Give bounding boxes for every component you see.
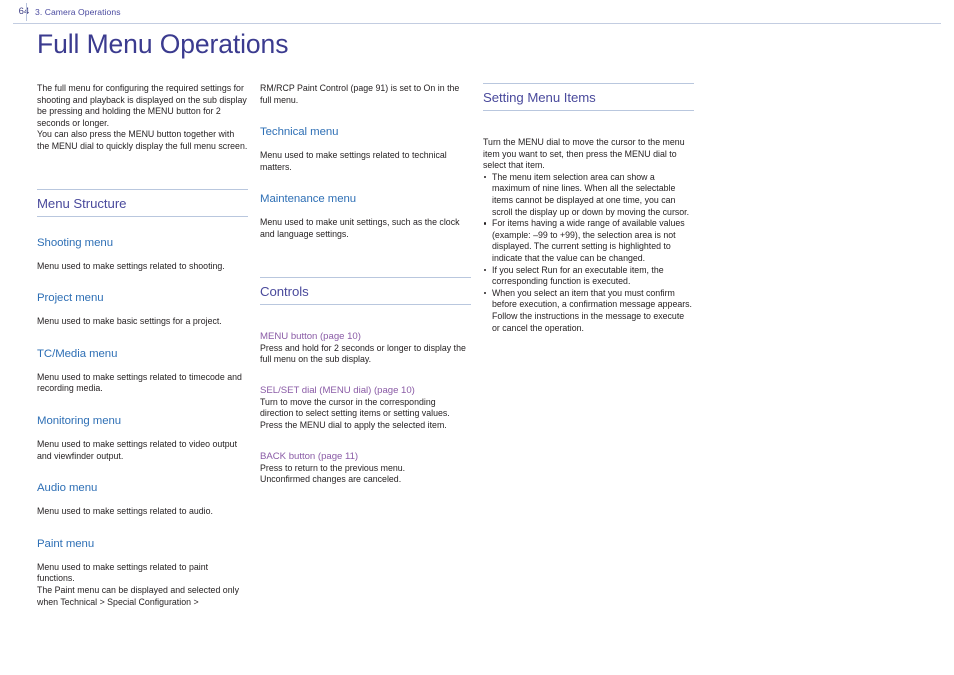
- bullet-icon: [484, 222, 487, 225]
- body-audio-menu: Menu used to make settings related to au…: [37, 506, 213, 517]
- body-technical-menu: Menu used to make settings related to te…: [260, 150, 447, 172]
- list-item: If you select Run for an executable item…: [483, 265, 694, 288]
- subheading-paint-menu: Paint menu: [37, 537, 95, 550]
- subheading-tc-media-menu: TC/Media menu: [37, 347, 118, 360]
- body-sel-set-dial-1: Turn to move the cursor in the correspon…: [260, 396, 450, 419]
- subheading-technical-menu: Technical menu: [260, 126, 339, 139]
- body-back-button-1: Press to return to the previous menu.: [260, 462, 406, 473]
- list-item-text: The menu item selection area can show a …: [492, 171, 690, 217]
- bullet-icon: [484, 268, 487, 272]
- body-sel-set-dial-2: Press the MENU dial to apply the selecte…: [260, 419, 447, 430]
- folio-divider: [26, 3, 27, 21]
- column-three: Setting Menu Items Turn the MENU dial to…: [483, 83, 694, 334]
- rule-above: [260, 276, 471, 278]
- body-paint-menu-1: Menu used to make settings related to pa…: [37, 561, 209, 584]
- section-heading-setting-menu-items: Setting Menu Items: [483, 83, 694, 111]
- body-maintenance-menu: Menu used to make unit settings, such as…: [260, 217, 460, 239]
- body-back-button-2: Unconfirmed changes are canceled.: [260, 474, 402, 485]
- section-heading-controls: Controls: [260, 276, 471, 305]
- list-item: When you select an item that you must co…: [483, 288, 694, 334]
- column-one: The full menu for configuring the requir…: [37, 83, 248, 608]
- rule-below: [37, 215, 248, 217]
- list-item: The menu item selection area can show a …: [483, 172, 694, 218]
- section-heading-text: Menu Structure: [37, 195, 127, 211]
- list-item-text: When you select an item that you must co…: [492, 287, 693, 333]
- continuation-paragraph: RM/RCP Paint Control (page 91) is set to…: [260, 83, 460, 105]
- section-heading-text: Setting Menu Items: [483, 90, 596, 105]
- section-heading-text: Controls: [260, 283, 309, 299]
- running-header: 64 3. Camera Operations: [0, 0, 954, 26]
- rule-below: [260, 303, 471, 305]
- bullet-icon: [484, 176, 487, 179]
- list-item-text: For items having a wide range of availab…: [492, 218, 685, 263]
- setting-menu-bullet-list: The menu item selection area can show a …: [483, 172, 694, 334]
- control-heading-back-button: BACK button (page 11): [260, 450, 359, 462]
- page-number: 64: [18, 6, 30, 17]
- intro-paragraph-1: The full menu for configuring the requir…: [37, 83, 247, 128]
- intro-paragraph-2: You can also press the MENU button toget…: [37, 129, 248, 151]
- control-heading-sel-set-dial: SEL/SET dial (MENU dial) (page 10): [260, 384, 415, 396]
- rule-above: [37, 188, 248, 190]
- list-item-text: If you select Run for an executable item…: [492, 264, 664, 287]
- control-heading-menu-button: MENU button (page 10): [260, 330, 361, 342]
- chapter-label: 3. Camera Operations: [35, 7, 121, 17]
- rule-above: [483, 83, 694, 84]
- body-menu-button: Press and hold for 2 seconds or longer t…: [260, 342, 466, 365]
- subheading-monitoring-menu: Monitoring menu: [37, 414, 122, 427]
- intro-setting-menu-items: Turn the MENU dial to move the cursor to…: [483, 137, 685, 171]
- header-rule: [13, 22, 941, 24]
- subheading-project-menu: Project menu: [37, 292, 104, 305]
- subheading-audio-menu: Audio menu: [37, 482, 98, 495]
- body-project-menu: Menu used to make basic settings for a p…: [37, 316, 222, 327]
- body-paint-menu-2: The Paint menu can be displayed and sele…: [37, 584, 239, 607]
- rule-below: [483, 110, 694, 111]
- column-two: RM/RCP Paint Control (page 91) is set to…: [260, 83, 471, 486]
- page-title: Full Menu Operations: [37, 29, 289, 59]
- list-item: For items having a wide range of availab…: [483, 218, 694, 264]
- subheading-maintenance-menu: Maintenance menu: [260, 193, 357, 206]
- bullet-icon: [484, 292, 487, 295]
- body-shooting-menu: Menu used to make settings related to sh…: [37, 260, 225, 271]
- body-monitoring-menu: Menu used to make settings related to vi…: [37, 438, 238, 461]
- section-heading-menu-structure: Menu Structure: [37, 188, 248, 217]
- body-tc-media-menu: Menu used to make settings related to ti…: [37, 371, 242, 394]
- subheading-shooting-menu: Shooting menu: [37, 236, 113, 249]
